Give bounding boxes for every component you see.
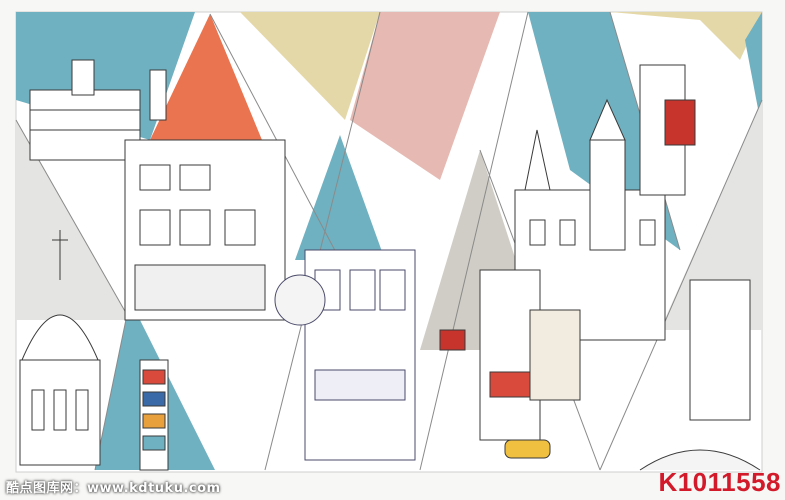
corner-building-sketch	[124, 139, 286, 321]
product-code: K1011558	[658, 467, 781, 497]
mural-canvas: 酷点图库网：www.kdtuku.com K1011558	[0, 0, 785, 500]
city-sketch-mural	[15, 11, 763, 473]
signage-column-sketch	[139, 359, 169, 471]
site-watermark: 酷点图库网：www.kdtuku.com	[6, 481, 221, 496]
